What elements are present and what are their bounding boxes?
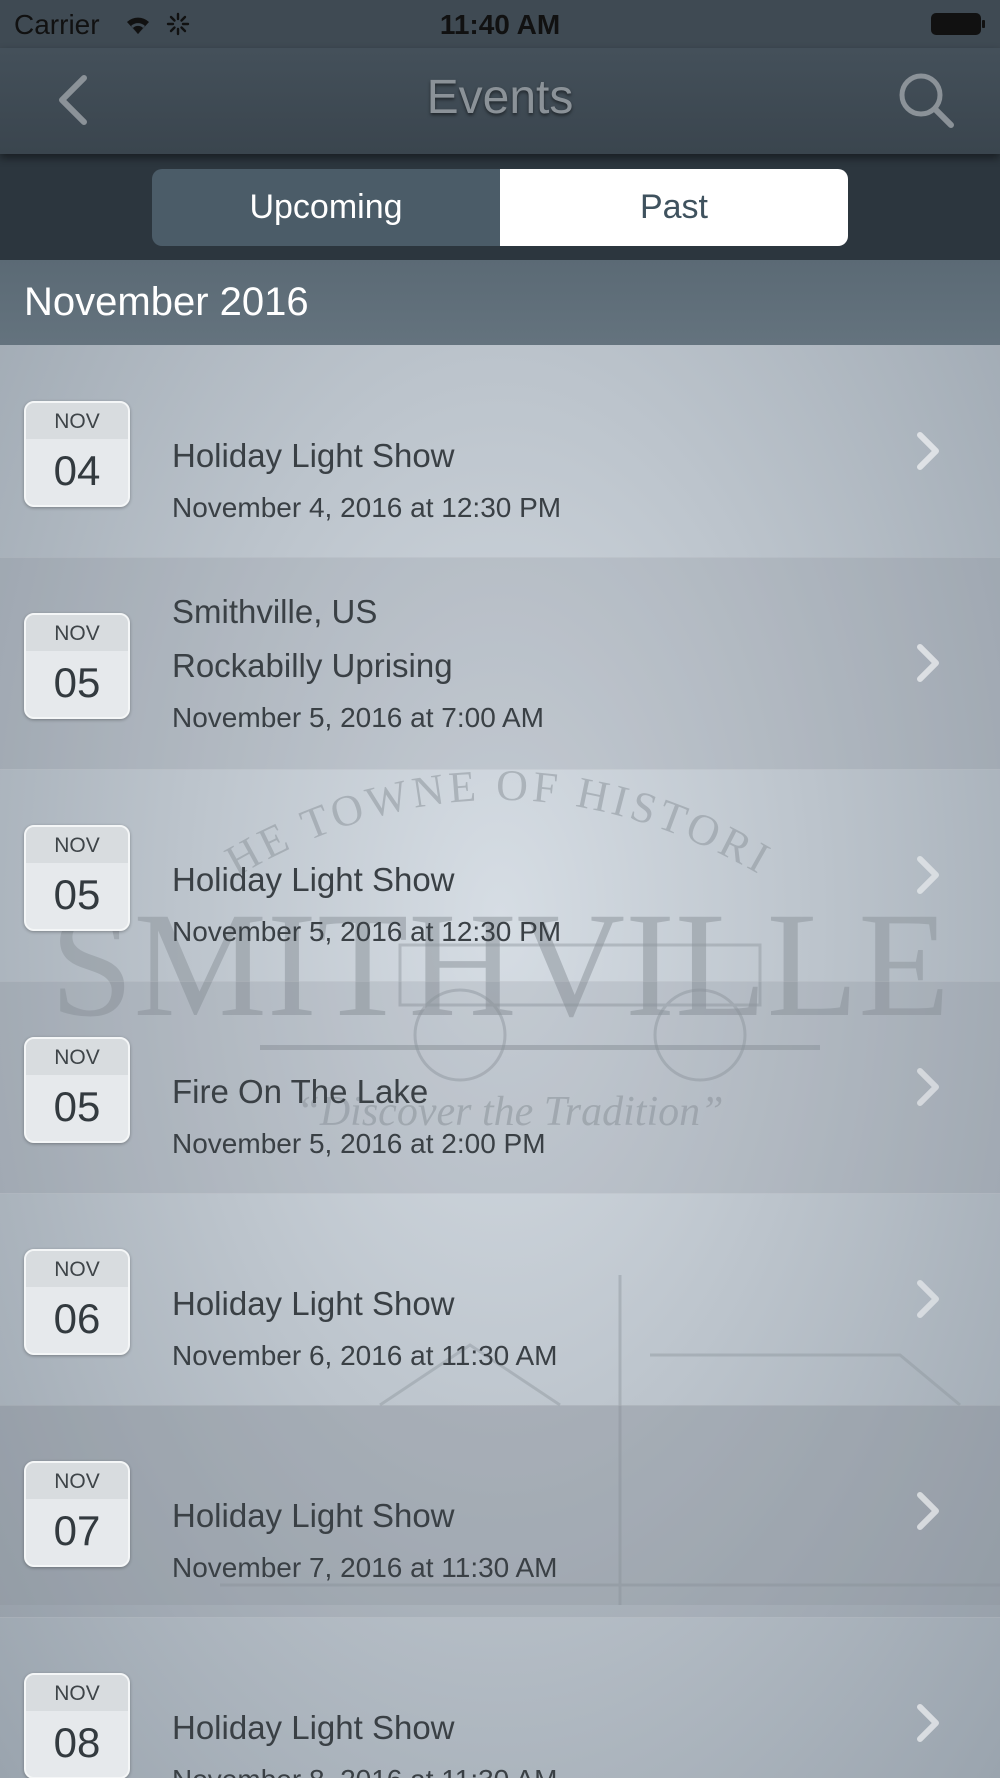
events-list[interactable]: THE TOWNE OF HISTORIC SMITHVILLE “Discov… <box>0 345 1000 1778</box>
badge-day: 04 <box>53 447 101 494</box>
date-badge: NOV 05 <box>24 1037 130 1143</box>
event-title: Holiday Light Show <box>172 1285 455 1322</box>
badge-day: 05 <box>53 659 101 706</box>
chevron-right-icon <box>917 1492 939 1530</box>
event-date: November 5, 2016 at 7:00 AM <box>172 702 544 733</box>
event-date: November 6, 2016 at 11:30 AM <box>172 1340 558 1371</box>
badge-month: NOV <box>26 1251 128 1287</box>
tab-past[interactable]: Past <box>500 169 848 246</box>
date-badge: NOV 07 <box>24 1461 130 1567</box>
chevron-right-icon <box>917 1068 939 1106</box>
event-title: Holiday Light Show <box>172 1497 455 1534</box>
event-text: Fire On The Lake November 5, 2016 at 2:0… <box>172 1065 546 1169</box>
event-title: Holiday Light Show <box>172 1709 455 1746</box>
badge-day: 08 <box>53 1719 101 1766</box>
badge-month: NOV <box>26 827 128 863</box>
clock: 11:40 AM <box>439 9 561 40</box>
section-header: November 2016 <box>0 260 1000 345</box>
status-bar: Carrier 11:40 AM <box>0 0 1000 48</box>
segment-bar: Upcoming Past <box>0 154 1000 260</box>
list-item[interactable]: NOV 05 Holiday Light Show November 5, 20… <box>0 769 1000 982</box>
chevron-right-icon <box>917 1704 939 1742</box>
event-date: November 7, 2016 at 11:30 AM <box>172 1552 558 1583</box>
list-item[interactable]: NOV 07 Holiday Light Show November 7, 20… <box>0 1405 1000 1618</box>
event-location: Smithville, US <box>172 593 378 630</box>
chevron-right-icon <box>917 1280 939 1318</box>
badge-day: 05 <box>53 1083 101 1130</box>
list-item[interactable]: NOV 08 Holiday Light Show November 8, 20… <box>0 1617 1000 1778</box>
date-badge: NOV 04 <box>24 401 130 507</box>
event-date: November 5, 2016 at 12:30 PM <box>172 916 562 947</box>
badge-month: NOV <box>26 1463 128 1499</box>
date-badge: NOV 08 <box>24 1673 130 1778</box>
list-item[interactable]: NOV 05 Fire On The Lake November 5, 2016… <box>0 981 1000 1194</box>
events-segmented-control: Upcoming Past <box>152 169 848 246</box>
badge-day: 05 <box>53 871 101 918</box>
page-title: Events <box>426 71 574 124</box>
event-text: Holiday Light Show November 6, 2016 at 1… <box>172 1277 558 1381</box>
badge-day: 07 <box>53 1507 101 1554</box>
event-date: November 5, 2016 at 2:00 PM <box>172 1128 546 1159</box>
badge-month: NOV <box>26 1039 128 1075</box>
chevron-right-icon <box>917 644 939 682</box>
event-text: Holiday Light Show November 7, 2016 at 1… <box>172 1489 558 1593</box>
event-title: Holiday Light Show <box>172 437 455 474</box>
search-icon[interactable] <box>896 70 956 130</box>
event-text: Smithville, US Rockabilly Uprising Novem… <box>172 585 544 743</box>
section-title: November 2016 <box>24 280 309 324</box>
event-text: Holiday Light Show November 8, 2016 at 1… <box>172 1701 558 1778</box>
badge-month: NOV <box>26 403 128 439</box>
event-title: Rockabilly Uprising <box>172 647 453 684</box>
event-title: Holiday Light Show <box>172 861 455 898</box>
event-date: November 8, 2016 at 11:30 AM <box>172 1755 558 1778</box>
badge-month: NOV <box>26 1675 128 1711</box>
date-badge: NOV 06 <box>24 1249 130 1355</box>
list-item[interactable]: NOV 04 Holiday Light Show November 4, 20… <box>0 345 1000 558</box>
chevron-right-icon <box>917 432 939 470</box>
list-item[interactable]: NOV 05 Smithville, US Rockabilly Uprisin… <box>0 557 1000 770</box>
event-date: November 4, 2016 at 12:30 PM <box>172 492 562 523</box>
list-item[interactable]: NOV 06 Holiday Light Show November 6, 20… <box>0 1193 1000 1406</box>
event-text: Holiday Light Show November 5, 2016 at 1… <box>172 853 561 957</box>
tab-upcoming[interactable]: Upcoming <box>152 169 500 246</box>
badge-month: NOV <box>26 615 128 651</box>
battery-icon <box>931 13 985 35</box>
badge-day: 06 <box>53 1295 101 1342</box>
chevron-right-icon <box>917 856 939 894</box>
date-badge: NOV 05 <box>24 825 130 931</box>
navigation-bar: Events <box>0 48 1000 154</box>
date-badge: NOV 05 <box>24 613 130 719</box>
event-title: Fire On The Lake <box>172 1073 429 1110</box>
event-text: Holiday Light Show November 4, 2016 at 1… <box>172 429 561 533</box>
